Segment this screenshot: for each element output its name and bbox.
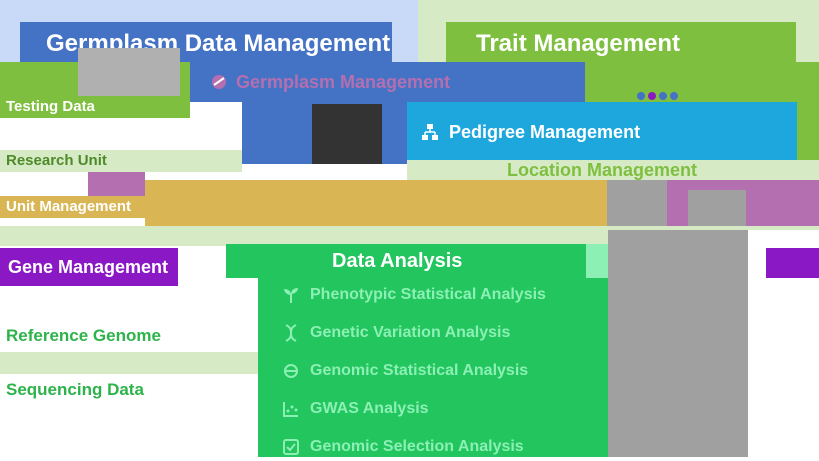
pedigree-management-label: Pedigree Management [449, 121, 641, 142]
reference-genome-link[interactable]: Reference Genome [0, 326, 200, 348]
gwas-icon [282, 400, 300, 418]
dots-icon [636, 88, 686, 100]
analysis-item-label: Phenotypic Statistical Analysis [310, 286, 546, 303]
grey-block-right [607, 180, 667, 226]
germplasm-icon [210, 73, 228, 91]
analysis-item-phenotypic[interactable]: Phenotypic Statistical Analysis [282, 286, 662, 304]
gold-band [145, 180, 607, 226]
left-label-research[interactable]: Research Unit [0, 150, 242, 172]
analysis-item-label: Genomic Selection Analysis [310, 438, 524, 455]
right-purple-block [766, 248, 819, 278]
dna-icon [282, 324, 300, 342]
gene-management-header[interactable]: Gene Management [0, 248, 178, 286]
analysis-item-label: Genetic Variation Analysis [310, 324, 511, 341]
location-management-label: Location Management [507, 159, 698, 180]
selection-icon [282, 438, 300, 456]
genome-icon [282, 362, 300, 380]
pedigree-management-bar[interactable]: Pedigree Management [407, 102, 797, 162]
data-analysis-right-green [586, 244, 608, 278]
pedigree-dark-box [312, 104, 382, 164]
right-pale-column [748, 230, 819, 248]
right-green-strip [797, 102, 819, 162]
grey-block-mid-right [688, 190, 746, 230]
data-analysis-list: Phenotypic Statistical Analysis Genetic … [282, 286, 662, 456]
germplasm-management-label: Germplasm Management [236, 71, 451, 92]
pedigree-icon [421, 123, 439, 141]
germplasm-management-bar[interactable]: Germplasm Management [190, 62, 585, 102]
analysis-item-genomic-selection[interactable]: Genomic Selection Analysis [282, 438, 662, 456]
left-label-unit-management[interactable]: Unit Management [0, 196, 190, 218]
left-label-testing[interactable]: Testing Data [0, 96, 190, 118]
analysis-item-genomic-statistical[interactable]: Genomic Statistical Analysis [282, 362, 662, 380]
analysis-item-label: Genomic Statistical Analysis [310, 362, 529, 379]
sequencing-data-link[interactable]: Sequencing Data [0, 380, 200, 402]
right-green-band [585, 62, 819, 102]
germplasm-data-card-header[interactable]: Germplasm Data Management [20, 22, 392, 62]
seedling-icon [282, 286, 300, 304]
grey-block [78, 48, 180, 96]
trait-card-header[interactable]: Trait Management [446, 22, 796, 62]
analysis-item-label: GWAS Analysis [310, 400, 429, 417]
analysis-item-genetic-variation[interactable]: Genetic Variation Analysis [282, 324, 662, 342]
analysis-item-gwas[interactable]: GWAS Analysis [282, 400, 662, 418]
data-analysis-header[interactable]: Data Analysis [226, 244, 586, 278]
gene-panel-pale-strip [0, 352, 258, 374]
location-management-bar[interactable]: Location Management [407, 160, 819, 180]
